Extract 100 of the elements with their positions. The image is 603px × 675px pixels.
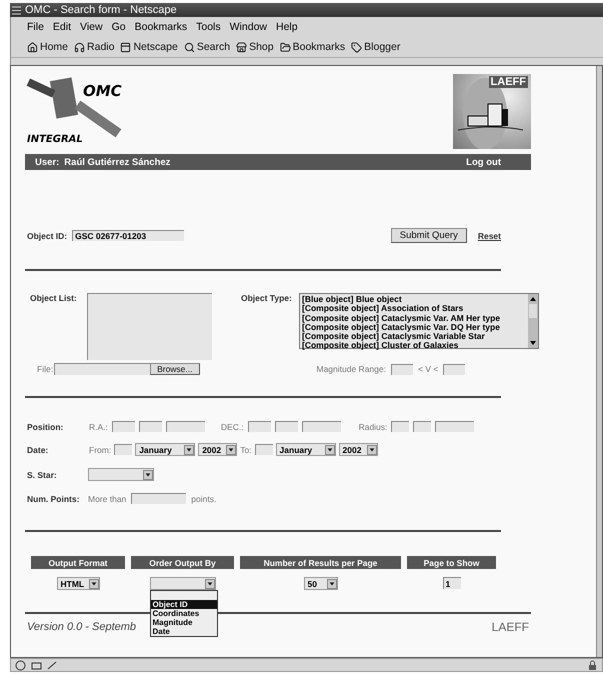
version-text: Version 0.0 - Septemb [27, 621, 136, 633]
field-label: From: [89, 444, 112, 454]
output-select[interactable]: 50 [304, 577, 338, 590]
to-year-select[interactable]: 2002 [338, 443, 378, 456]
folder-icon [280, 42, 291, 52]
dropdown-arrow-icon [226, 444, 236, 454]
submit-button[interactable]: Submit Query [390, 228, 467, 243]
toolbar-button[interactable]: Radio [74, 41, 114, 53]
magnitude-min-field[interactable] [390, 364, 413, 374]
field-label: R.A.: [89, 422, 108, 432]
ra-hours-field[interactable] [112, 421, 135, 432]
toolbar-button[interactable]: Bookmarks [280, 41, 346, 53]
browse-button[interactable]: Browse... [150, 363, 200, 375]
field-label: Magnitude Range: [316, 364, 386, 374]
list-option[interactable]: [Composite object] Cataclysmic Var. DQ Her type [302, 322, 526, 332]
toolbar-button[interactable]: Netscape [120, 41, 178, 53]
house-icon [27, 42, 38, 52]
dropdown-option[interactable]: Object ID [150, 600, 216, 609]
menu-item[interactable]: Bookmarks [134, 21, 188, 33]
field-label: Position: [27, 422, 64, 432]
object-type-list[interactable] [299, 293, 539, 349]
toolbar-button[interactable]: Home [27, 41, 68, 53]
num-points-field[interactable] [131, 493, 186, 504]
field-label: DEC.: [220, 422, 244, 432]
list-option[interactable]: [Composite object] Cataclysmic Variable Star [302, 332, 526, 342]
toolbar-button[interactable]: Shop [236, 41, 274, 53]
column-heading: Page to Show [407, 556, 496, 569]
lock-icon [587, 660, 598, 670]
menu-item[interactable]: View [80, 21, 103, 33]
mail-icon[interactable] [31, 660, 42, 670]
logo-text: LAEFF [488, 76, 528, 88]
file-field[interactable] [54, 363, 150, 375]
field-label: S. Star: [27, 470, 58, 480]
dropdown-option[interactable]: Coordinates [150, 609, 216, 618]
menu-item[interactable]: Help [276, 21, 298, 33]
menu-item[interactable]: Tools [196, 21, 221, 33]
order-select[interactable] [150, 577, 216, 590]
list-option[interactable]: [Blue object] Blue object [302, 295, 526, 304]
menu-item[interactable]: Edit [52, 21, 72, 33]
menu-item[interactable]: Go [112, 21, 126, 33]
separator-text: < V < [418, 364, 438, 374]
list-option[interactable]: [Composite object] Association of Stars [302, 304, 526, 314]
toolbar-button[interactable]: Blogger [351, 41, 400, 53]
menu-icon[interactable] [12, 6, 21, 14]
field-label: Object ID: [27, 230, 68, 240]
window-title: OMC - Search form - Netscape [25, 4, 178, 16]
dropdown-option[interactable]: Date [150, 627, 216, 636]
object-id-field[interactable]: GSC 02677-01203 [72, 230, 184, 241]
field-label: Object List: [30, 293, 78, 303]
user-label: User: [35, 156, 60, 168]
field-label: Num. Points: [27, 494, 80, 504]
composer-icon[interactable] [47, 660, 58, 670]
column-heading: Output Format [31, 556, 125, 569]
menu-item[interactable]: File [27, 21, 44, 33]
dropdown-arrow-icon [184, 444, 194, 454]
dropdown-arrow-icon [326, 578, 336, 588]
menu-item[interactable]: Window [230, 21, 267, 33]
radius-seconds-field[interactable] [435, 421, 474, 432]
to-month-select[interactable]: January [276, 443, 336, 456]
s-star-select[interactable] [88, 468, 154, 481]
field-label: Radius: [358, 422, 388, 432]
list-option[interactable]: [Composite object] Cluster of Galaxies [302, 341, 526, 351]
to-day-field[interactable] [254, 444, 273, 455]
radius-minutes-field[interactable] [413, 421, 432, 432]
from-year-select[interactable]: 2002 [198, 443, 238, 456]
object-list-box[interactable] [87, 293, 212, 360]
logout-link[interactable]: Log out [466, 156, 501, 168]
tag-icon [351, 42, 362, 52]
dec-seconds-field[interactable] [302, 421, 341, 432]
field-label: Object Type: [241, 293, 293, 303]
field-label: To: [240, 444, 252, 454]
dropdown-option[interactable]: Magnitude [150, 618, 216, 627]
toolbar-button[interactable]: Search [184, 41, 230, 53]
navigator-icon[interactable] [15, 660, 26, 670]
logo-title: OMC [83, 82, 122, 100]
dropdown-arrow-icon [204, 578, 214, 588]
logo-subtitle: INTEGRAL [27, 134, 83, 145]
user-name: Raúl Gutiérrez Sánchez [64, 156, 170, 168]
from-month-select[interactable]: January [135, 443, 196, 456]
search-icon [184, 42, 195, 52]
ra-seconds-field[interactable] [166, 421, 205, 432]
column-heading: Number of Results per Page [240, 556, 401, 569]
dec-minutes-field[interactable] [274, 421, 298, 432]
magnitude-max-field[interactable] [443, 364, 466, 374]
shop-icon [236, 42, 248, 52]
dropdown-arrow-icon [366, 444, 377, 454]
page-field[interactable]: 1 [442, 577, 460, 589]
org-text: LAEFF [492, 620, 529, 634]
field-label: More than [88, 494, 126, 504]
headphones-icon [74, 42, 86, 52]
field-label: Date: [27, 444, 50, 454]
radius-degrees-field[interactable] [391, 421, 410, 432]
dropdown-arrow-icon [88, 578, 98, 588]
list-option[interactable]: [Composite object] Cataclysmic Var. AM Her type [302, 314, 526, 323]
from-day-field[interactable] [114, 444, 132, 455]
dec-degrees-field[interactable] [248, 421, 271, 432]
output-select[interactable]: HTML [56, 577, 100, 590]
reset-link[interactable]: Reset [478, 230, 501, 240]
field-label: File: [37, 364, 54, 374]
ra-minutes-field[interactable] [138, 421, 162, 432]
